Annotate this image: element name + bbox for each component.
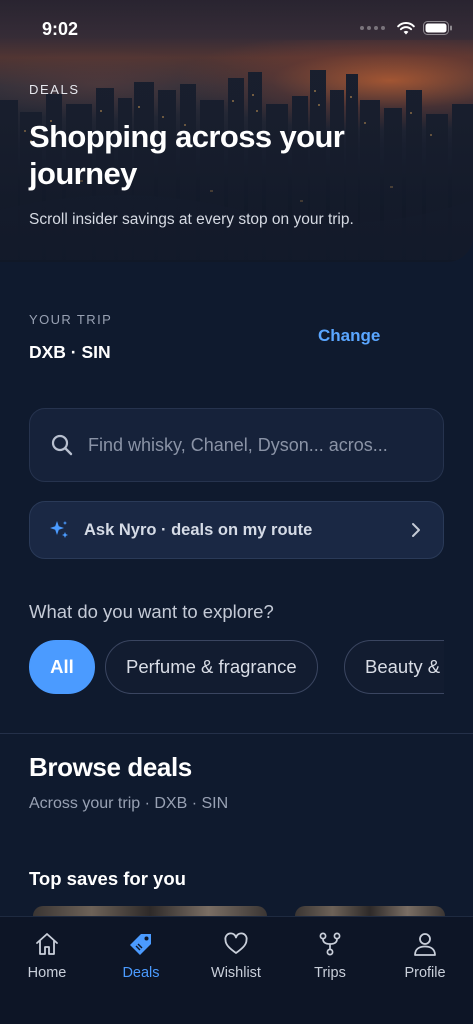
tab-profile[interactable]: Profile	[385, 931, 465, 981]
category-chips: All Perfume & fragrance Beauty &	[29, 640, 444, 696]
tab-label: Deals	[122, 965, 160, 981]
chip-beauty[interactable]: Beauty &	[344, 640, 444, 694]
status-time: 9:02	[42, 19, 79, 39]
chip-perfume-fragrance[interactable]: Perfume & fragrance	[105, 640, 318, 694]
signal-dots-icon	[360, 26, 385, 30]
hero-subtitle: Scroll insider savings at every stop on …	[29, 211, 354, 228]
heart-icon	[224, 932, 248, 954]
chip-all[interactable]: All	[29, 640, 95, 694]
browse-deals-subtitle: Across your trip · DXB · SIN	[29, 795, 229, 812]
change-trip-button[interactable]: Change	[318, 326, 380, 346]
ask-nyro-button[interactable]: Ask Nyro · deals on my route	[29, 501, 444, 559]
page-title: Shopping across your journey	[29, 119, 345, 191]
status-icons	[360, 21, 453, 35]
tab-label: Trips	[314, 965, 346, 981]
wifi-icon	[397, 21, 415, 34]
search-placeholder: Find whisky, Chanel, Dyson... acros...	[88, 434, 388, 455]
browse-deals-title: Browse deals	[29, 752, 192, 782]
route-icon	[319, 932, 341, 956]
hero-tag: DEALS	[29, 82, 80, 97]
section-divider	[0, 733, 473, 734]
ask-nyro-label: Ask Nyro · deals on my route	[84, 520, 313, 539]
tab-trips[interactable]: Trips	[290, 931, 370, 981]
tab-label: Home	[27, 965, 67, 981]
sparkle-icon	[50, 521, 68, 538]
tab-bar: Home Deals Wishlist Trips Profile	[0, 916, 473, 1024]
tab-wishlist[interactable]: Wishlist	[196, 931, 276, 981]
tab-deals[interactable]: Deals	[101, 931, 181, 981]
tab-home[interactable]: Home	[7, 931, 87, 981]
person-icon	[414, 933, 436, 956]
tab-label: Profile	[404, 965, 446, 981]
chevron-right-icon	[412, 523, 420, 537]
battery-icon	[423, 21, 452, 35]
search-input[interactable]: Find whisky, Chanel, Dyson... acros...	[29, 408, 444, 482]
top-saves-heading: Top saves for you	[29, 868, 186, 889]
explore-heading: What do you want to explore?	[29, 601, 274, 622]
trip-label: YOUR TRIP	[29, 312, 113, 327]
tab-label: Wishlist	[211, 965, 261, 981]
trip-route: DXB · SIN	[29, 342, 111, 362]
tag-icon	[130, 934, 151, 955]
search-icon	[51, 434, 73, 456]
home-icon	[36, 933, 58, 955]
